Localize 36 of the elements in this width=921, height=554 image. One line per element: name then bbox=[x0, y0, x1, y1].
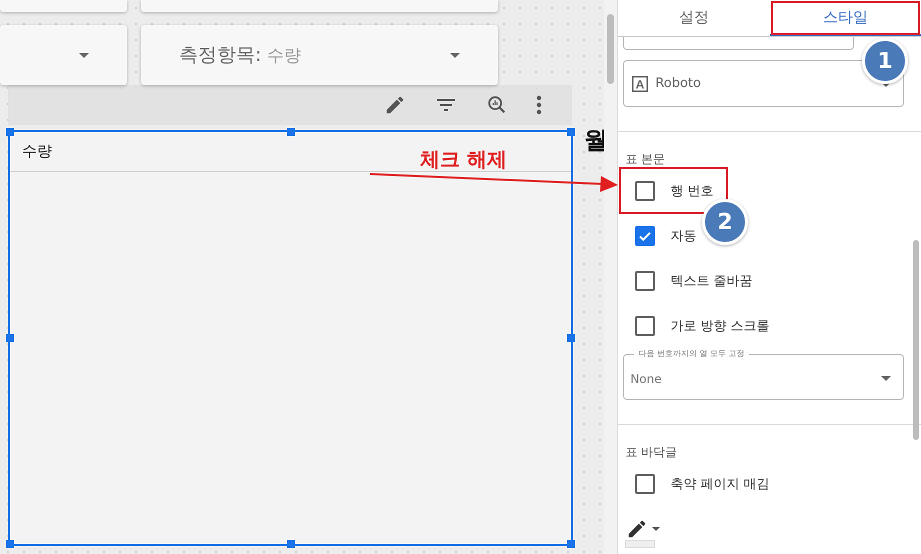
caret-icon bbox=[450, 53, 460, 58]
checkbox[interactable] bbox=[635, 316, 656, 336]
resize-handle[interactable] bbox=[567, 540, 575, 548]
input-field[interactable] bbox=[623, 37, 854, 50]
pencil-icon[interactable] bbox=[626, 518, 648, 540]
chart-search-icon[interactable] bbox=[486, 94, 508, 116]
checkbox-label: 가로 방향 스크롤 bbox=[670, 318, 770, 334]
checkbox[interactable] bbox=[635, 270, 656, 290]
checkbox[interactable] bbox=[635, 474, 656, 494]
resize-handle[interactable] bbox=[286, 128, 294, 136]
scrollbar-thumb[interactable] bbox=[607, 14, 614, 84]
pencil-icon[interactable] bbox=[384, 94, 406, 116]
font-icon: A bbox=[632, 76, 648, 92]
metric-dropdown[interactable]: 측정항목: 수량 bbox=[141, 25, 498, 85]
checkbox-label: 행 번호 bbox=[670, 182, 714, 200]
resize-handle[interactable] bbox=[6, 334, 14, 342]
more-icon[interactable] bbox=[536, 94, 542, 116]
annotation-text: 체크 해제 bbox=[420, 146, 507, 173]
checkbox[interactable] bbox=[635, 226, 656, 246]
checkbox-label: 축약 페이지 매김 bbox=[670, 476, 770, 492]
checkbox[interactable] bbox=[635, 180, 656, 200]
panel-tab[interactable]: 스타일 bbox=[770, 0, 921, 36]
resize-handle[interactable] bbox=[567, 128, 575, 136]
caret-icon[interactable] bbox=[652, 527, 660, 531]
color-swatch bbox=[625, 540, 656, 548]
checkbox-label: 텍스트 줄바꿈 bbox=[670, 272, 752, 290]
resize-handle[interactable] bbox=[567, 334, 575, 342]
section-title: 표 본문 bbox=[624, 151, 666, 168]
caret-icon bbox=[79, 53, 89, 58]
checkbox-label: 자동 bbox=[670, 228, 696, 244]
scrollbar-thumb[interactable] bbox=[913, 240, 919, 440]
section-title: 표 바닥글 bbox=[624, 444, 678, 461]
resize-handle[interactable] bbox=[286, 540, 294, 548]
caret-icon bbox=[881, 376, 891, 381]
resize-handle[interactable] bbox=[6, 128, 14, 136]
resize-handle[interactable] bbox=[6, 540, 14, 548]
